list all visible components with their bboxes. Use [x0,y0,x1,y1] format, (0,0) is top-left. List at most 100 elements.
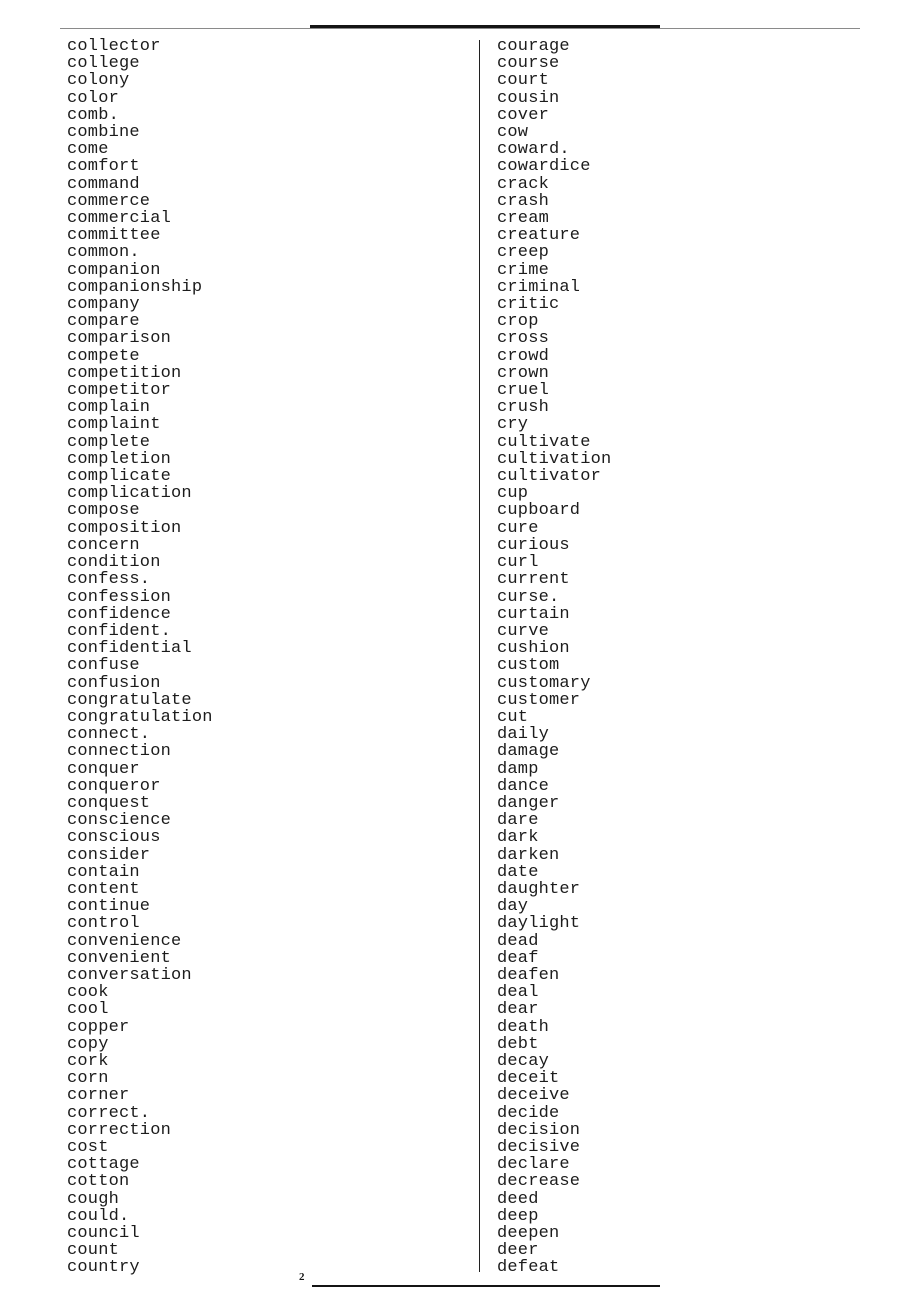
word-entry: creature [497,226,581,246]
word-entry: could. [67,1206,130,1226]
word-entry: congratulate [67,690,192,710]
word-entry: crack [497,174,550,194]
word-entry: damp [497,759,539,779]
word-entry: deed [497,1189,539,1209]
word-entry: deafen [497,965,560,985]
word-entry: cotton [67,1172,130,1192]
word-entry: decrease [497,1172,581,1192]
word-entry: deepen [497,1224,560,1244]
word-entry: colony [67,71,130,91]
word-entry: cover [497,105,550,125]
word-entry: cottage [67,1155,140,1175]
word-entry: concern [67,535,140,555]
word-entry: daughter [497,879,581,899]
word-entry: company [67,295,140,315]
word-entry: deceit [497,1069,560,1089]
word-entry: cousin [497,88,560,108]
word-entry: congratulation [67,707,213,727]
word-entry: copper [67,1017,130,1037]
word-entry: collector [67,37,161,56]
word-entry: correction [67,1120,172,1140]
word-entry: country [67,1258,140,1278]
word-entry: condition [67,553,161,573]
word-entry: date [497,862,539,882]
word-entry: conscious [67,828,161,848]
column-divider [479,40,480,1272]
word-entry: deaf [497,948,539,968]
word-entry: commercial [67,209,172,229]
word-entry: cultivate [497,432,591,452]
word-entry: cool [67,1000,109,1020]
word-entry: cure [497,518,539,538]
word-entry: cost [67,1138,109,1157]
word-entry: cultivation [497,449,612,469]
word-entry: confession [67,587,172,607]
word-entry: confidence [67,604,172,624]
word-entry: confidential [67,639,192,659]
word-entry: dead [497,931,539,951]
word-entry: content [67,879,140,899]
word-entry: crash [497,191,550,211]
word-entry: cow [497,123,529,143]
word-entry: crime [497,260,550,280]
word-entry: council [67,1224,140,1244]
word-entry: complaint [67,415,161,435]
word-entry: curl [497,553,539,573]
word-entry: completion [67,449,172,469]
word-entry: cork [67,1051,109,1071]
word-entry: criminal [497,277,581,297]
word-entry: curve [497,621,550,641]
word-entry: dark [497,828,539,848]
word-entry: debt [497,1034,539,1054]
word-entry: committee [67,226,161,246]
word-entry: companion [67,260,161,280]
word-entry: connect. [67,725,151,745]
word-entry: coward. [497,140,570,160]
word-entry: cry [497,415,529,435]
word-entry: control [67,914,140,934]
word-entry: convenience [67,931,182,951]
word-entry: deal [497,983,539,1003]
word-entry: dare [497,811,539,831]
word-entry: cross [497,329,550,349]
page-number: 2 [299,1271,305,1283]
left-word-list: collector college colony color comb. combine c… [67,38,467,1277]
word-entry: confident. [67,621,172,641]
word-entry: current [497,570,570,590]
word-entry: customary [497,673,591,693]
word-entry: decisive [497,1138,581,1157]
word-entry: cushion [497,639,570,659]
word-entry: complete [67,432,151,452]
word-entry: cut [497,707,529,727]
word-entry: deceive [497,1086,570,1106]
word-entry: deer [497,1241,539,1261]
word-entry: cook [67,983,109,1003]
word-entry: crush [497,398,550,418]
word-entry: continue [67,897,151,917]
word-entry: confess. [67,570,151,590]
word-entry: day [497,897,529,917]
word-entry: common. [67,243,140,263]
word-entry: confusion [67,673,161,693]
word-entry: critic [497,295,560,315]
word-entry: custom [497,656,560,676]
word-entry: come [67,140,109,160]
word-entry: connection [67,742,172,762]
word-entry: dance [497,776,550,796]
word-entry: customer [497,690,581,710]
word-entry: compare [67,312,140,332]
word-entry: corner [67,1086,130,1106]
word-entry: daylight [497,914,581,934]
word-entry: cultivator [497,467,602,487]
word-entry: darken [497,845,560,865]
word-entry: cream [497,209,550,229]
left-column: collector college colony color comb. combine c… [67,38,467,1277]
word-entry: creep [497,243,550,263]
word-entry: correct. [67,1103,151,1123]
word-entry: command [67,174,140,194]
word-entry: commerce [67,191,151,211]
page-canvas: collector college colony color comb. combine c… [0,0,920,1302]
word-entry: consider [67,845,151,865]
word-entry: complication [67,484,192,504]
word-entry: copy [67,1034,109,1054]
